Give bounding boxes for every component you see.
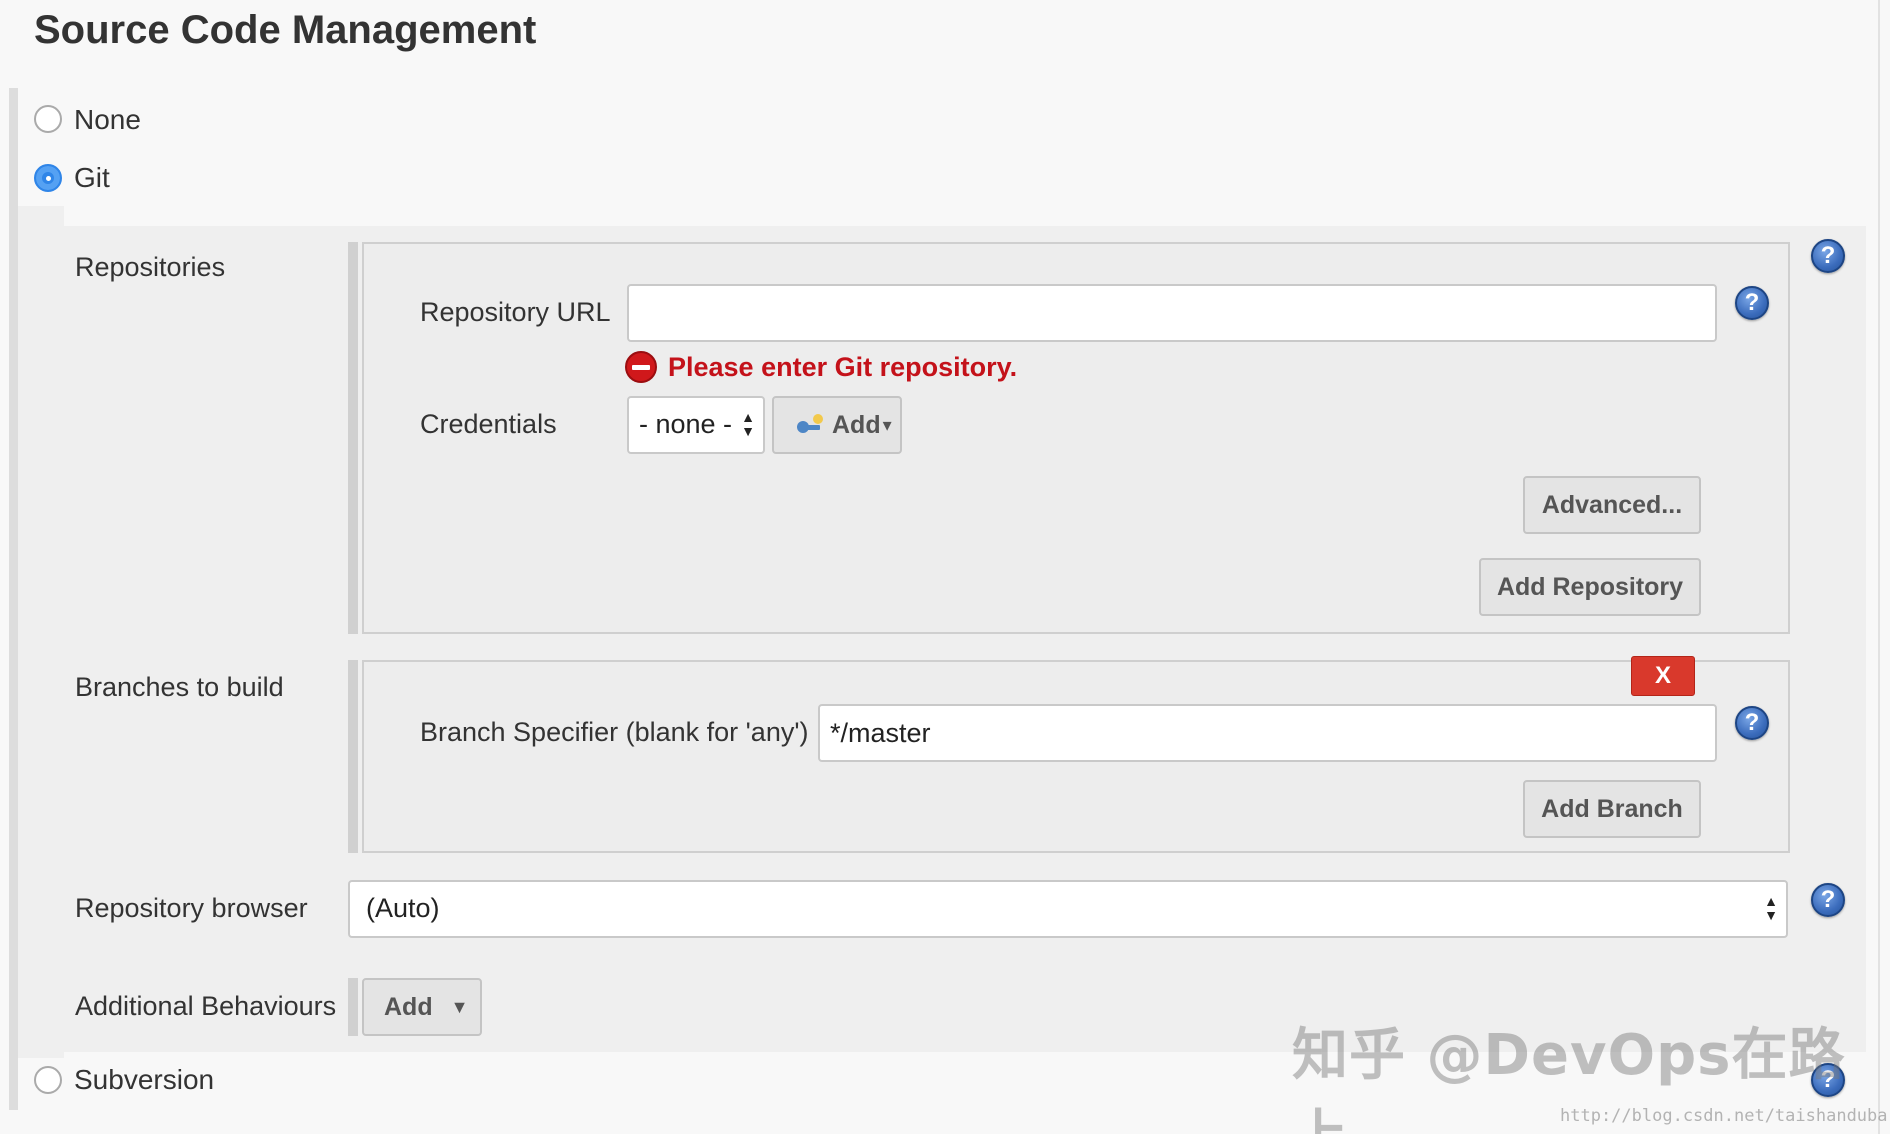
repositories-help-icon[interactable]: ? — [1811, 239, 1845, 273]
repository-url-help-icon[interactable]: ? — [1735, 286, 1769, 320]
add-branch-button[interactable]: Add Branch — [1523, 780, 1701, 838]
scm-none-radio[interactable] — [34, 105, 62, 133]
page-edge-divider — [1878, 0, 1880, 1134]
error-icon — [625, 351, 657, 383]
key-icon — [797, 414, 823, 433]
remove-branch-button[interactable]: X — [1631, 656, 1695, 696]
advanced-button[interactable]: Advanced... — [1523, 476, 1701, 534]
repository-url-label: Repository URL — [420, 297, 611, 327]
scm-none-label[interactable]: None — [74, 104, 141, 136]
repository-url-input[interactable] — [627, 284, 1717, 342]
repository-browser-value: (Auto) — [366, 893, 440, 923]
git-config-band — [18, 206, 64, 1058]
credentials-select[interactable]: - none - ▲ ▼ — [627, 396, 765, 454]
branches-rail — [348, 660, 358, 853]
credentials-label: Credentials — [420, 409, 557, 439]
credentials-add-button[interactable]: Add ▾ — [772, 396, 902, 454]
branch-specifier-help-icon[interactable]: ? — [1735, 706, 1769, 740]
add-repository-button[interactable]: Add Repository — [1479, 558, 1701, 616]
branch-specifier-label: Branch Specifier (blank for 'any') — [420, 717, 809, 747]
repository-browser-help-icon[interactable]: ? — [1811, 883, 1845, 917]
scm-git-radio[interactable] — [34, 164, 62, 192]
additional-behaviours-rail — [348, 978, 358, 1036]
dropdown-arrow-icon: ▼ — [450, 996, 469, 1017]
additional-behaviours-add-button[interactable]: Add ▼ — [362, 978, 482, 1036]
section-title: Source Code Management — [34, 8, 537, 52]
additional-behaviours-label: Additional Behaviours — [75, 991, 337, 1021]
scm-git-label[interactable]: Git — [74, 162, 110, 194]
repositories-rail — [348, 242, 358, 634]
watermark-url: http://blog.csdn.net/taishanduba — [1560, 1106, 1888, 1126]
credentials-select-value: - none - — [639, 409, 733, 439]
select-arrows-icon: ▲ ▼ — [1764, 893, 1778, 923]
dropdown-arrow-icon: ▾ — [882, 414, 892, 435]
repository-browser-label: Repository browser — [75, 893, 308, 923]
scm-subversion-label[interactable]: Subversion — [74, 1064, 214, 1096]
repository-browser-select[interactable]: (Auto) ▲ ▼ — [348, 880, 1788, 938]
branch-specifier-input[interactable] — [818, 704, 1717, 762]
scm-subversion-radio[interactable] — [34, 1066, 62, 1094]
repositories-label: Repositories — [75, 252, 226, 282]
select-arrows-icon: ▲ ▼ — [741, 409, 755, 439]
branches-label: Branches to build — [75, 672, 284, 702]
section-rail — [9, 88, 18, 1110]
repository-url-error: Please enter Git repository. — [668, 352, 1018, 382]
